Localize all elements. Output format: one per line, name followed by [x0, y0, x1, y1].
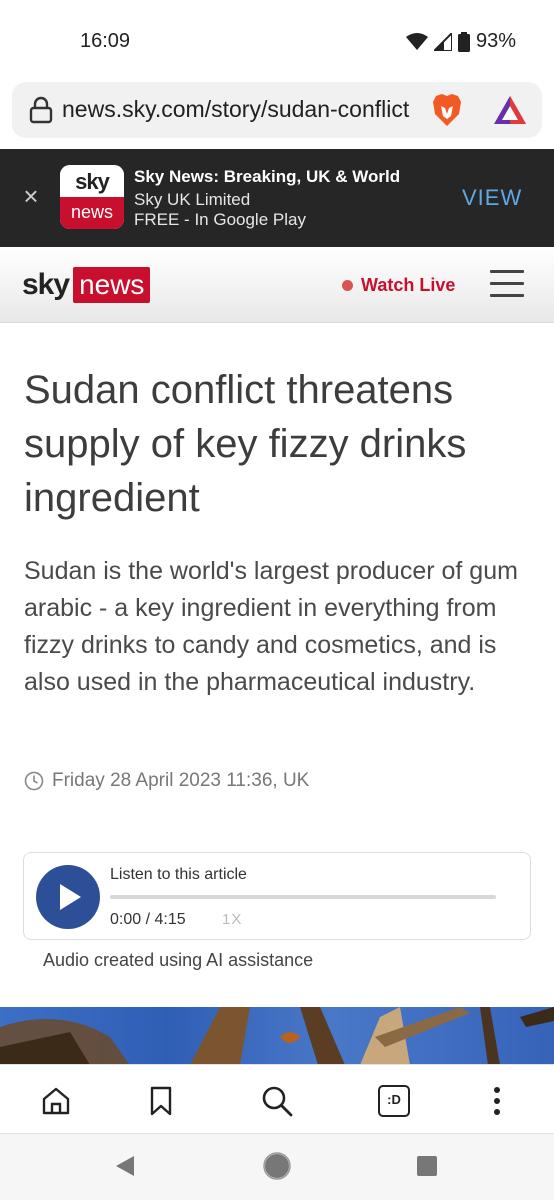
app-logo-news: news — [60, 197, 124, 229]
watch-live-button[interactable]: Watch Live — [342, 275, 455, 296]
wifi-icon — [405, 32, 428, 50]
app-logo-sky: sky — [60, 165, 124, 197]
play-button[interactable] — [36, 865, 100, 929]
bookmark-icon[interactable] — [145, 1085, 177, 1117]
article-date: Friday 28 April 2023 11:36, UK — [52, 770, 310, 791]
audio-player: Listen to this article 0:00 / 4:15 1X — [23, 852, 531, 940]
brave-rewards-triangle-icon[interactable] — [492, 94, 528, 126]
article-dateline: Friday 28 April 2023 11:36, UK — [24, 770, 309, 792]
audio-ai-note: Audio created using AI assistance — [43, 950, 314, 970]
home-circle-icon[interactable] — [263, 1152, 291, 1180]
playback-speed-button[interactable]: 1X — [222, 911, 242, 928]
watch-live-label: Watch Live — [361, 275, 456, 295]
browser-bottom-toolbar: :D — [0, 1064, 554, 1134]
brave-lion-icon[interactable] — [430, 92, 464, 128]
sky-news-logo[interactable]: sky news — [22, 267, 151, 303]
android-navigation-bar — [0, 1134, 554, 1200]
article-standfirst: Sudan is the world's largest producer of… — [24, 557, 518, 696]
audio-time: 0:00 / 4:15 — [110, 911, 186, 928]
battery-percent: 93% — [475, 30, 516, 52]
logo-news: news — [73, 267, 151, 303]
tabs-label: :D — [387, 1092, 401, 1107]
tabs-icon[interactable]: :D — [378, 1085, 410, 1117]
clock-icon — [24, 771, 44, 791]
close-icon[interactable]: × — [18, 183, 44, 209]
app-price: FREE - In Google Play — [134, 210, 306, 229]
url-bar[interactable]: news.sky.com/story/sudan-conflict — [12, 82, 542, 138]
article-hero-image — [0, 1007, 554, 1065]
home-icon[interactable] — [40, 1085, 72, 1117]
recents-icon[interactable] — [416, 1155, 438, 1177]
search-icon[interactable] — [261, 1085, 293, 1117]
hamburger-menu-icon[interactable] — [490, 270, 524, 298]
site-header: sky news — [0, 247, 554, 323]
view-button[interactable]: VIEW — [462, 185, 522, 211]
audio-progress-bar[interactable] — [110, 895, 496, 899]
status-icons: 93% — [405, 30, 516, 53]
back-icon[interactable] — [114, 1154, 136, 1178]
hero-image-tree — [0, 1007, 554, 1065]
cell-signal-icon — [433, 32, 452, 51]
status-time: 16:09 — [80, 30, 131, 52]
sky-news-app-logo[interactable]: sky news — [60, 165, 124, 229]
lock-icon[interactable] — [28, 96, 54, 124]
article-headline: Sudan conflict threatens supply of key f… — [24, 368, 467, 520]
app-install-banner: × sky news Sky News: Breaking, UK & Worl… — [0, 149, 554, 247]
battery-icon — [457, 31, 470, 52]
live-dot-icon — [342, 280, 353, 291]
url-text[interactable]: news.sky.com/story/sudan-conflict — [62, 96, 428, 123]
listen-label: Listen to this article — [110, 866, 247, 883]
more-vertical-icon[interactable] — [481, 1085, 513, 1117]
app-title: Sky News: Breaking, UK & World — [134, 167, 401, 186]
status-bar: 16:09 93% — [0, 0, 554, 80]
logo-sky: sky — [22, 268, 70, 301]
app-developer: Sky UK Limited — [134, 190, 251, 209]
play-icon — [60, 884, 81, 910]
